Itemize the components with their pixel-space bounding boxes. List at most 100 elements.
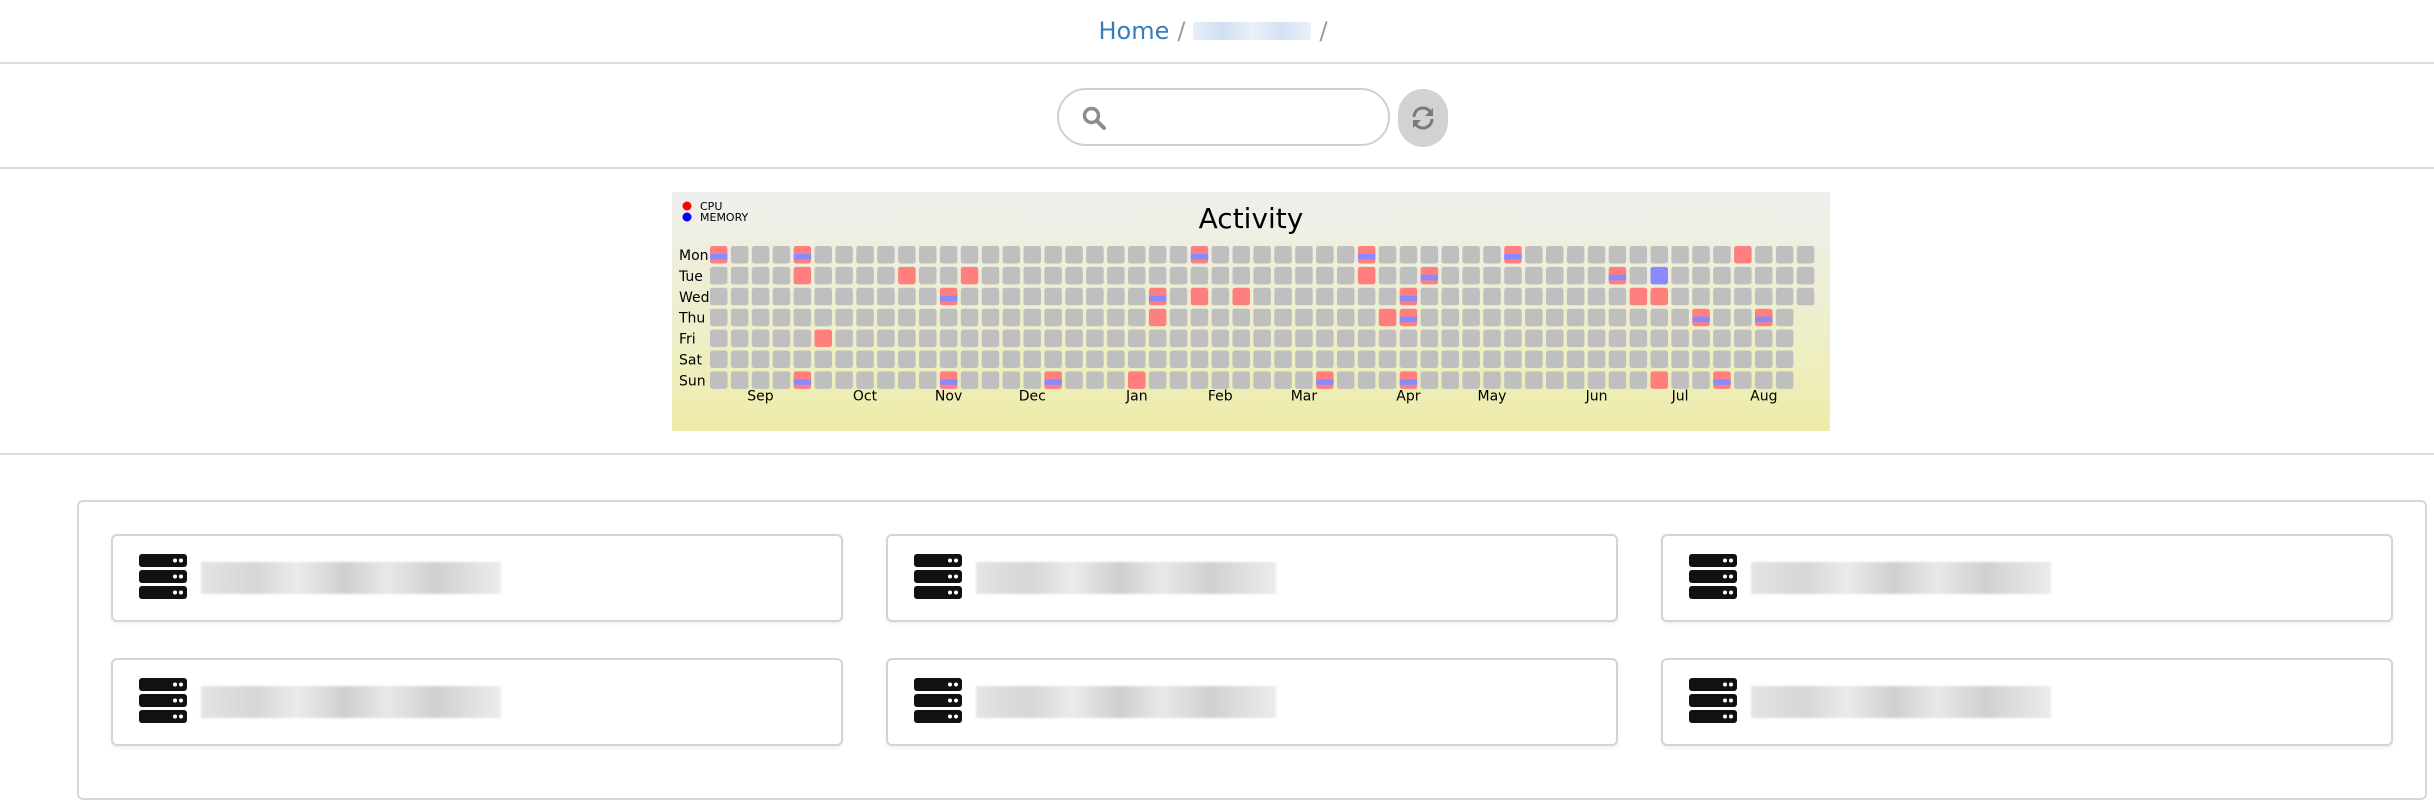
heatmap-cell[interactable]	[1483, 371, 1501, 389]
heatmap-cell[interactable]	[1755, 371, 1773, 389]
heatmap-cell[interactable]	[1775, 308, 1794, 327]
heatmap-cell[interactable]	[960, 266, 979, 285]
heatmap-cell[interactable]	[1232, 287, 1251, 306]
heatmap-cell[interactable]	[1065, 287, 1083, 306]
heatmap-cell[interactable]	[856, 350, 874, 369]
heatmap-cell[interactable]	[960, 329, 979, 348]
heatmap-cell[interactable]	[1755, 350, 1773, 369]
heatmap-cell[interactable]	[1629, 308, 1648, 327]
heatmap-cell[interactable]	[1065, 329, 1083, 348]
heatmap-cell[interactable]	[772, 371, 791, 389]
heatmap-cell[interactable]	[1378, 329, 1397, 348]
heatmap-cell[interactable]	[1316, 350, 1334, 369]
heatmap-cell[interactable]	[835, 246, 853, 264]
heatmap-cell[interactable]	[1462, 308, 1480, 327]
heatmap-cell[interactable]	[1316, 266, 1334, 285]
heatmap-cell[interactable]	[1734, 371, 1752, 389]
heatmap-cell[interactable]	[919, 329, 937, 348]
heatmap-cell[interactable]	[1755, 246, 1773, 264]
heatmap-cell[interactable]	[898, 308, 916, 327]
heatmap-cell[interactable]	[1775, 287, 1794, 306]
heatmap-cell[interactable]	[710, 308, 728, 327]
heatmap-cell[interactable]	[1378, 246, 1397, 264]
heatmap-cell[interactable]	[1587, 287, 1606, 306]
heatmap-cell[interactable]	[1337, 287, 1355, 306]
heatmap-cell[interactable]	[1044, 246, 1062, 264]
heatmap-cell[interactable]	[1002, 246, 1021, 264]
heatmap-cell[interactable]	[814, 246, 833, 264]
heatmap-cell[interactable]	[1629, 329, 1648, 348]
heatmap-cell[interactable]	[877, 350, 895, 369]
heatmap-cell[interactable]	[1441, 350, 1460, 369]
search-input[interactable]	[1121, 102, 1375, 134]
heatmap-cell[interactable]	[877, 266, 895, 285]
heatmap-cell[interactable]	[730, 350, 749, 369]
heatmap-cell[interactable]	[1107, 329, 1125, 348]
heatmap-cell[interactable]	[1337, 329, 1355, 348]
heatmap-cell[interactable]	[1232, 266, 1251, 285]
heatmap-cell[interactable]	[1587, 246, 1606, 264]
heatmap-cell[interactable]	[1169, 350, 1188, 369]
heatmap-cell[interactable]	[1608, 329, 1627, 348]
heatmap-cell[interactable]	[1734, 246, 1752, 264]
heatmap-cell[interactable]	[793, 329, 812, 348]
heatmap-cell[interactable]	[1525, 308, 1543, 327]
heatmap-cell[interactable]	[1713, 246, 1731, 264]
heatmap-cell[interactable]	[1775, 329, 1794, 348]
heatmap-cell[interactable]	[1295, 287, 1313, 306]
heatmap-cell[interactable]	[1148, 350, 1167, 369]
heatmap-cell[interactable]	[939, 350, 958, 369]
heatmap-cell[interactable]	[1775, 266, 1794, 285]
heatmap-cell[interactable]	[751, 371, 770, 389]
heatmap-cell[interactable]	[1546, 266, 1564, 285]
heatmap-cell[interactable]	[1671, 246, 1689, 264]
heatmap-cell[interactable]	[877, 371, 895, 389]
heatmap-cell[interactable]	[1086, 246, 1104, 264]
heatmap-cell[interactable]	[1086, 371, 1104, 389]
heatmap-cell[interactable]	[1337, 246, 1355, 264]
heatmap-cell[interactable]	[1211, 308, 1230, 327]
heatmap-cell[interactable]	[1169, 266, 1188, 285]
breadcrumb-current-link[interactable]	[1193, 22, 1312, 40]
heatmap-cell[interactable]	[960, 246, 979, 264]
heatmap-cell[interactable]	[898, 350, 916, 369]
heatmap-cell[interactable]	[1525, 287, 1543, 306]
heatmap-cell[interactable]	[730, 371, 749, 389]
heatmap-cell[interactable]	[1378, 266, 1397, 285]
heatmap-cell[interactable]	[1420, 350, 1439, 369]
heatmap-cell[interactable]	[1295, 350, 1313, 369]
server-card[interactable]	[111, 534, 843, 622]
heatmap-cell[interactable]	[1107, 308, 1125, 327]
heatmap-cell[interactable]	[1546, 350, 1564, 369]
heatmap-cell[interactable]	[1566, 371, 1585, 389]
heatmap-cell[interactable]	[1441, 246, 1460, 264]
heatmap-cell[interactable]	[1190, 308, 1209, 327]
heatmap-cell[interactable]	[919, 266, 937, 285]
heatmap-cell[interactable]	[981, 371, 1000, 389]
heatmap-cell[interactable]	[1734, 308, 1752, 327]
heatmap-cell[interactable]	[1483, 308, 1501, 327]
heatmap-cell[interactable]	[1629, 246, 1648, 264]
heatmap-cell[interactable]	[1713, 266, 1731, 285]
heatmap-cell[interactable]	[1566, 287, 1585, 306]
heatmap-cell[interactable]	[710, 371, 728, 389]
heatmap-cell[interactable]	[1504, 308, 1522, 327]
heatmap-cell[interactable]	[1587, 371, 1606, 389]
heatmap-cell[interactable]	[1211, 287, 1230, 306]
heatmap-cell[interactable]	[1483, 246, 1501, 264]
heatmap-cell[interactable]	[1044, 287, 1062, 306]
heatmap-cell[interactable]	[1504, 287, 1522, 306]
heatmap-cell[interactable]	[856, 266, 874, 285]
heatmap-cell[interactable]	[1086, 308, 1104, 327]
heatmap-cell[interactable]	[1734, 350, 1752, 369]
heatmap-cell[interactable]	[1399, 246, 1418, 264]
heatmap-cell[interactable]	[1462, 371, 1480, 389]
heatmap-cell[interactable]	[1546, 329, 1564, 348]
heatmap-cell[interactable]	[1169, 246, 1188, 264]
heatmap-cell[interactable]	[1148, 371, 1167, 389]
heatmap-cell[interactable]	[1525, 246, 1543, 264]
heatmap-cell[interactable]	[1483, 266, 1501, 285]
heatmap-cell[interactable]	[960, 350, 979, 369]
heatmap-cell[interactable]	[1734, 287, 1752, 306]
heatmap-cell[interactable]	[1128, 266, 1146, 285]
